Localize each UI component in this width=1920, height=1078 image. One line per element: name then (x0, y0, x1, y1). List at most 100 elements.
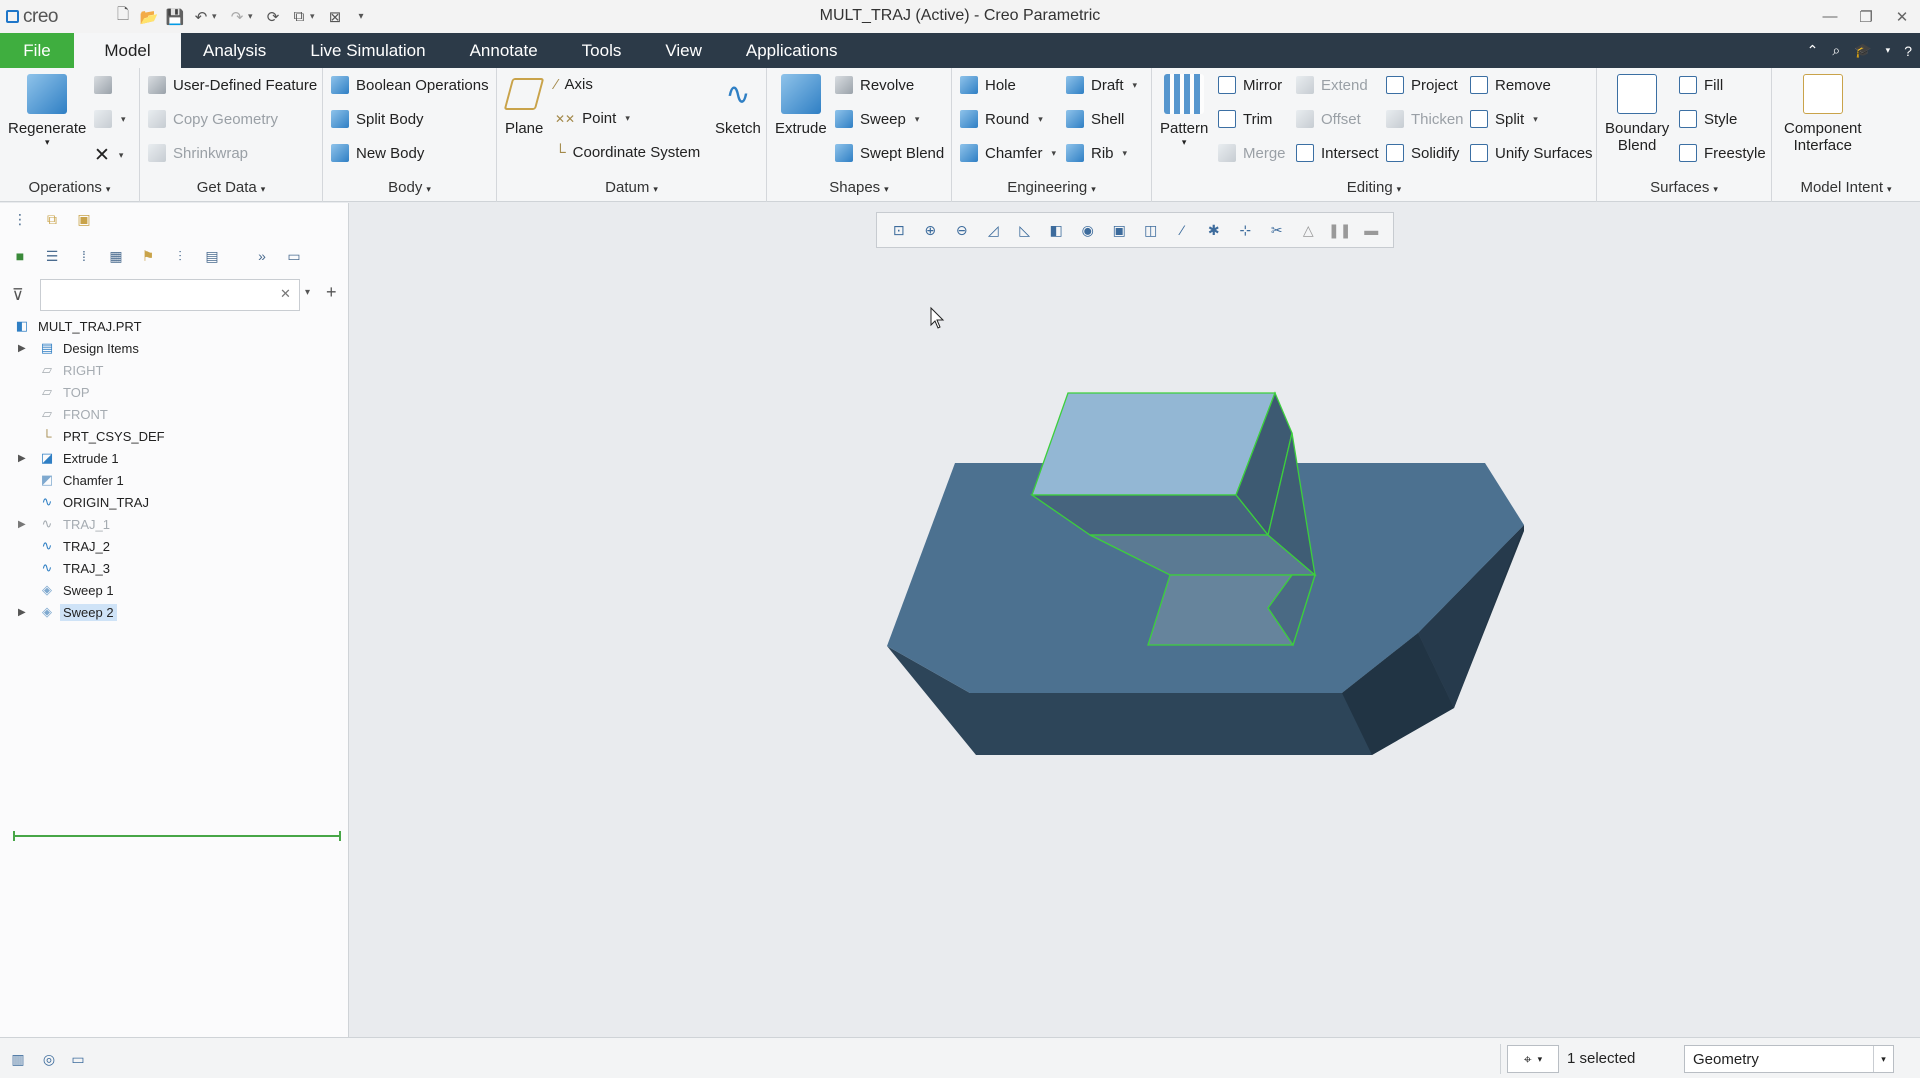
mirror-button[interactable]: Mirror (1218, 76, 1282, 94)
tree-item-sweep-1[interactable]: ◈ Sweep 1 (0, 579, 349, 601)
swept-blend-button[interactable]: Swept Blend (835, 144, 944, 162)
model-view[interactable] (350, 203, 1920, 1037)
undo-dropdown-icon[interactable]: ▾ (212, 11, 220, 22)
selection-filter-select[interactable]: Geometry ▾ (1684, 1045, 1894, 1073)
tab-tools[interactable]: Tools (560, 33, 644, 68)
shrinkwrap-button[interactable]: Shrinkwrap (148, 144, 248, 162)
point-button[interactable]: ✕✕ Point ▾ (555, 110, 630, 127)
solidify-button[interactable]: Solidify (1386, 144, 1459, 162)
tree-item-design-items[interactable]: ▶ ▤ Design Items (0, 337, 349, 359)
axis-button[interactable]: ⁄ Axis (555, 76, 593, 93)
plane-button[interactable]: Plane (503, 74, 545, 137)
revolve-button[interactable]: Revolve (835, 76, 914, 94)
tree-item-traj-1[interactable]: ▶ ∿ TRAJ_1 (0, 513, 349, 535)
model-tree-tab-icon[interactable]: ⋮ (10, 209, 30, 229)
boolean-operations-button[interactable]: Boolean Operations (331, 76, 489, 94)
tree-columns-icon[interactable]: ▦ (106, 246, 126, 266)
customize-qat-icon[interactable]: ▾ (352, 8, 370, 26)
regenerate-button[interactable]: Regenerate ▾ (8, 74, 86, 148)
paste-button[interactable]: ▾ (94, 110, 126, 128)
tree-item-mult-traj-prt[interactable]: ◧ MULT_TRAJ.PRT (0, 315, 349, 337)
favorites-tab-icon[interactable]: ▣ (74, 209, 94, 229)
tree-settings-icon[interactable]: ⚑ (138, 246, 158, 266)
group-label-model-intent[interactable]: Model Intent ▾ (1772, 179, 1920, 196)
windows-icon[interactable]: ⧉ (290, 8, 308, 26)
navigator-toggle-icon[interactable]: ▥ (8, 1049, 28, 1069)
browser-toggle-icon[interactable]: ◎ (39, 1049, 59, 1069)
more-icon[interactable]: » (252, 246, 272, 266)
expand-icon[interactable]: ▶ (18, 343, 26, 354)
group-label-surfaces[interactable]: Surfaces ▾ (1597, 179, 1771, 196)
new-body-button[interactable]: New Body (331, 144, 424, 162)
copy-geometry-button[interactable]: Copy Geometry (148, 110, 278, 128)
clear-search-icon[interactable]: ✕ (280, 286, 291, 302)
tab-analysis[interactable]: Analysis (181, 33, 288, 68)
sweep-button[interactable]: Sweep ▾ (835, 110, 919, 128)
close-icon[interactable]: ✕ (1884, 0, 1920, 33)
tree-item-sweep-2[interactable]: ▶ ◈ Sweep 2 (0, 601, 349, 623)
delete-button[interactable]: ✕ ▾ (94, 144, 123, 167)
chamfer-button[interactable]: Chamfer ▾ (960, 144, 1056, 162)
minimize-ribbon-icon[interactable]: ⌃ (1807, 42, 1819, 59)
tab-file[interactable]: File (0, 33, 74, 68)
open-folder-icon[interactable]: 📂 (140, 8, 159, 26)
remove-button[interactable]: Remove (1470, 76, 1551, 94)
extend-button[interactable]: Extend (1296, 76, 1368, 94)
offset-button[interactable]: Offset (1296, 110, 1361, 128)
unify-surfaces-button[interactable]: Unify Surfaces (1470, 144, 1593, 162)
regenerate-quick-icon[interactable]: ⟳ (264, 8, 282, 26)
expand-icon[interactable]: ▶ (18, 453, 26, 464)
tree-item-prt-csys-def[interactable]: └ PRT_CSYS_DEF (0, 425, 349, 447)
group-label-datum[interactable]: Datum ▾ (497, 179, 766, 196)
show-tree-icon[interactable]: ☰ (42, 246, 62, 266)
save-icon[interactable]: 💾 (166, 8, 185, 26)
graphics-window[interactable]: ⊡ ⊕ ⊖ ◿ ◺ ◧ ◉ ▣ ◫ ⁄ ✱ ⊹ ✂ △ ❚❚ ▬ (350, 203, 1920, 1037)
new-file-icon[interactable]: 🗋 (114, 6, 132, 26)
freestyle-button[interactable]: Freestyle (1679, 144, 1766, 162)
redo-dropdown-icon[interactable]: ▾ (248, 11, 256, 22)
filter-icon[interactable]: ⊽ (12, 285, 24, 305)
extrude-button[interactable]: Extrude (775, 74, 827, 137)
tree-filters-icon[interactable]: ⫶ (170, 246, 190, 266)
thicken-button[interactable]: Thicken (1386, 110, 1464, 128)
tab-view[interactable]: View (643, 33, 724, 68)
find-button[interactable]: ⌖ ▾ (1507, 1045, 1559, 1073)
copy-button[interactable] (94, 76, 112, 94)
project-button[interactable]: Project (1386, 76, 1458, 94)
trim-button[interactable]: Trim (1218, 110, 1272, 128)
pattern-button[interactable]: Pattern ▾ (1160, 74, 1208, 148)
style-button[interactable]: Style (1679, 110, 1737, 128)
shell-button[interactable]: Shell (1066, 110, 1124, 128)
tab-annotate[interactable]: Annotate (448, 33, 560, 68)
round-button[interactable]: Round ▾ (960, 110, 1043, 128)
tree-item-origin-traj[interactable]: ∿ ORIGIN_TRAJ (0, 491, 349, 513)
coordinate-system-button[interactable]: └ Coordinate System (555, 144, 700, 161)
component-interface-button[interactable]: Component Interface (1784, 74, 1862, 154)
tree-item-extrude-1[interactable]: ▶ ◪ Extrude 1 (0, 447, 349, 469)
group-label-operations[interactable]: Operations ▾ (0, 179, 139, 196)
group-label-editing[interactable]: Editing ▾ (1152, 179, 1596, 196)
intersect-button[interactable]: Intersect (1296, 144, 1379, 162)
hat-icon[interactable]: 🎓 (1854, 42, 1871, 59)
help-icon[interactable]: ? (1904, 43, 1912, 59)
search-dropdown-icon[interactable]: ▾ (305, 287, 310, 298)
close-window-icon[interactable]: ⊠ (326, 8, 344, 26)
sketch-button[interactable]: ∿ Sketch (715, 74, 761, 138)
restore-icon[interactable]: ❐ (1848, 0, 1884, 33)
tree-item-top[interactable]: ▱ TOP (0, 381, 349, 403)
minimize-icon[interactable]: — (1812, 0, 1848, 33)
add-filter-icon[interactable]: + (326, 282, 337, 303)
folder-browser-tab-icon[interactable]: ⧉ (42, 209, 62, 229)
undo-icon[interactable]: ↶ (192, 8, 210, 26)
tree-item-traj-2[interactable]: ∿ TRAJ_2 (0, 535, 349, 557)
insert-here-indicator[interactable] (13, 831, 341, 841)
tree-search-input[interactable] (40, 279, 300, 311)
full-screen-icon[interactable]: ▭ (68, 1049, 88, 1069)
expand-icon[interactable]: ▶ (18, 607, 26, 618)
fill-button[interactable]: Fill (1679, 76, 1723, 94)
user-defined-feature-button[interactable]: User-Defined Feature (148, 76, 317, 94)
group-label-body[interactable]: Body ▾ (323, 179, 496, 196)
tab-applications[interactable]: Applications (724, 33, 860, 68)
tree-item-traj-3[interactable]: ∿ TRAJ_3 (0, 557, 349, 579)
split-body-button[interactable]: Split Body (331, 110, 424, 128)
